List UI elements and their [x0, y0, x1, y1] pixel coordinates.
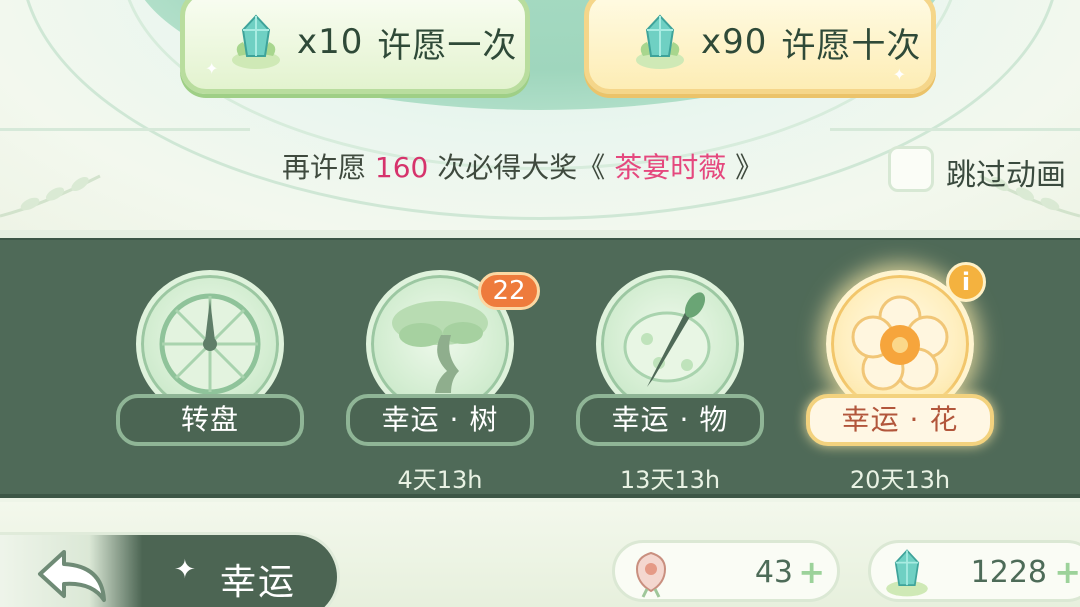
skip-animation-label[interactable]: 跳过动画 [946, 150, 1066, 194]
pity-count: 160 [374, 151, 429, 184]
wish-ten-cost: x90 [701, 22, 768, 62]
skip-animation-checkbox[interactable] [888, 146, 934, 192]
wish-once-label: 许愿一次 [377, 25, 518, 66]
currency-amount: 1228 [970, 555, 1047, 590]
event-label: 幸运 · 树 [346, 394, 534, 446]
decorative-line [830, 128, 1080, 131]
vine-decoration-icon [0, 174, 101, 218]
section-title: 幸运 [220, 562, 297, 603]
sparkle-icon: ✦ [205, 59, 220, 78]
flower-icon [851, 295, 949, 391]
sparkle-icon: ✦ [892, 65, 907, 84]
pity-prefix: 再许愿 [282, 151, 367, 184]
green-gem-icon [636, 14, 684, 69]
info-icon[interactable]: i [946, 262, 986, 302]
currency-amount: 43 [754, 555, 793, 590]
back-arrow-icon[interactable] [34, 544, 114, 604]
event-timer: 4天13h [397, 466, 483, 494]
currency-flower-token[interactable]: 43 + [612, 540, 840, 602]
event-label: 幸运 · 物 [576, 394, 764, 446]
event-label: 幸运 · 花 [806, 394, 994, 446]
wish-ten-label: 许愿十次 [781, 25, 922, 66]
green-gem-icon [886, 549, 928, 597]
pity-suffix: 》 [735, 151, 764, 184]
flower-token-icon [635, 551, 667, 598]
notification-badge: 22 [478, 272, 540, 310]
pity-counter-text: 再许愿 160 次必得大奖《 茶宴时薇 》 [282, 146, 763, 186]
wheel-icon [159, 293, 261, 395]
event-tab-lucky-flower[interactable]: 幸运 · 花 20天13h [800, 270, 1000, 494]
add-currency-icon[interactable]: + [798, 553, 825, 591]
green-gem-icon [232, 14, 280, 69]
event-timer: 20天13h [849, 466, 951, 494]
pity-prize-name: 茶宴时薇 [614, 151, 727, 184]
event-selector-bar: 转盘 幸运 · 树 4天13h 幸运 · 物 13天13h 幸运 · 花 20天… [0, 230, 1080, 498]
wish-once-cost: x10 [297, 22, 364, 62]
wish-once-button[interactable]: x10 许愿一次 ✦ [180, 0, 530, 94]
brush-palette-icon [623, 292, 711, 387]
pity-middle: 次必得大奖《 [437, 151, 606, 184]
event-tab-wheel[interactable]: 转盘 [110, 270, 310, 490]
decorative-line [0, 128, 250, 131]
event-tab-lucky-item[interactable]: 幸运 · 物 13天13h [570, 270, 770, 494]
event-label: 转盘 [116, 394, 304, 446]
wish-ten-button[interactable]: x90 许愿十次 ✦ [584, 0, 936, 94]
wish-panel: x10 许愿一次 ✦ x90 许愿十次 ✦ 再许愿 160 次必得大奖《 茶宴时… [0, 0, 1080, 232]
sparkle-icon: ✦ [174, 555, 196, 585]
add-currency-icon[interactable]: + [1054, 553, 1080, 591]
currency-green-gem[interactable]: 1228 + [868, 540, 1080, 602]
event-timer: 13天13h [619, 466, 721, 494]
